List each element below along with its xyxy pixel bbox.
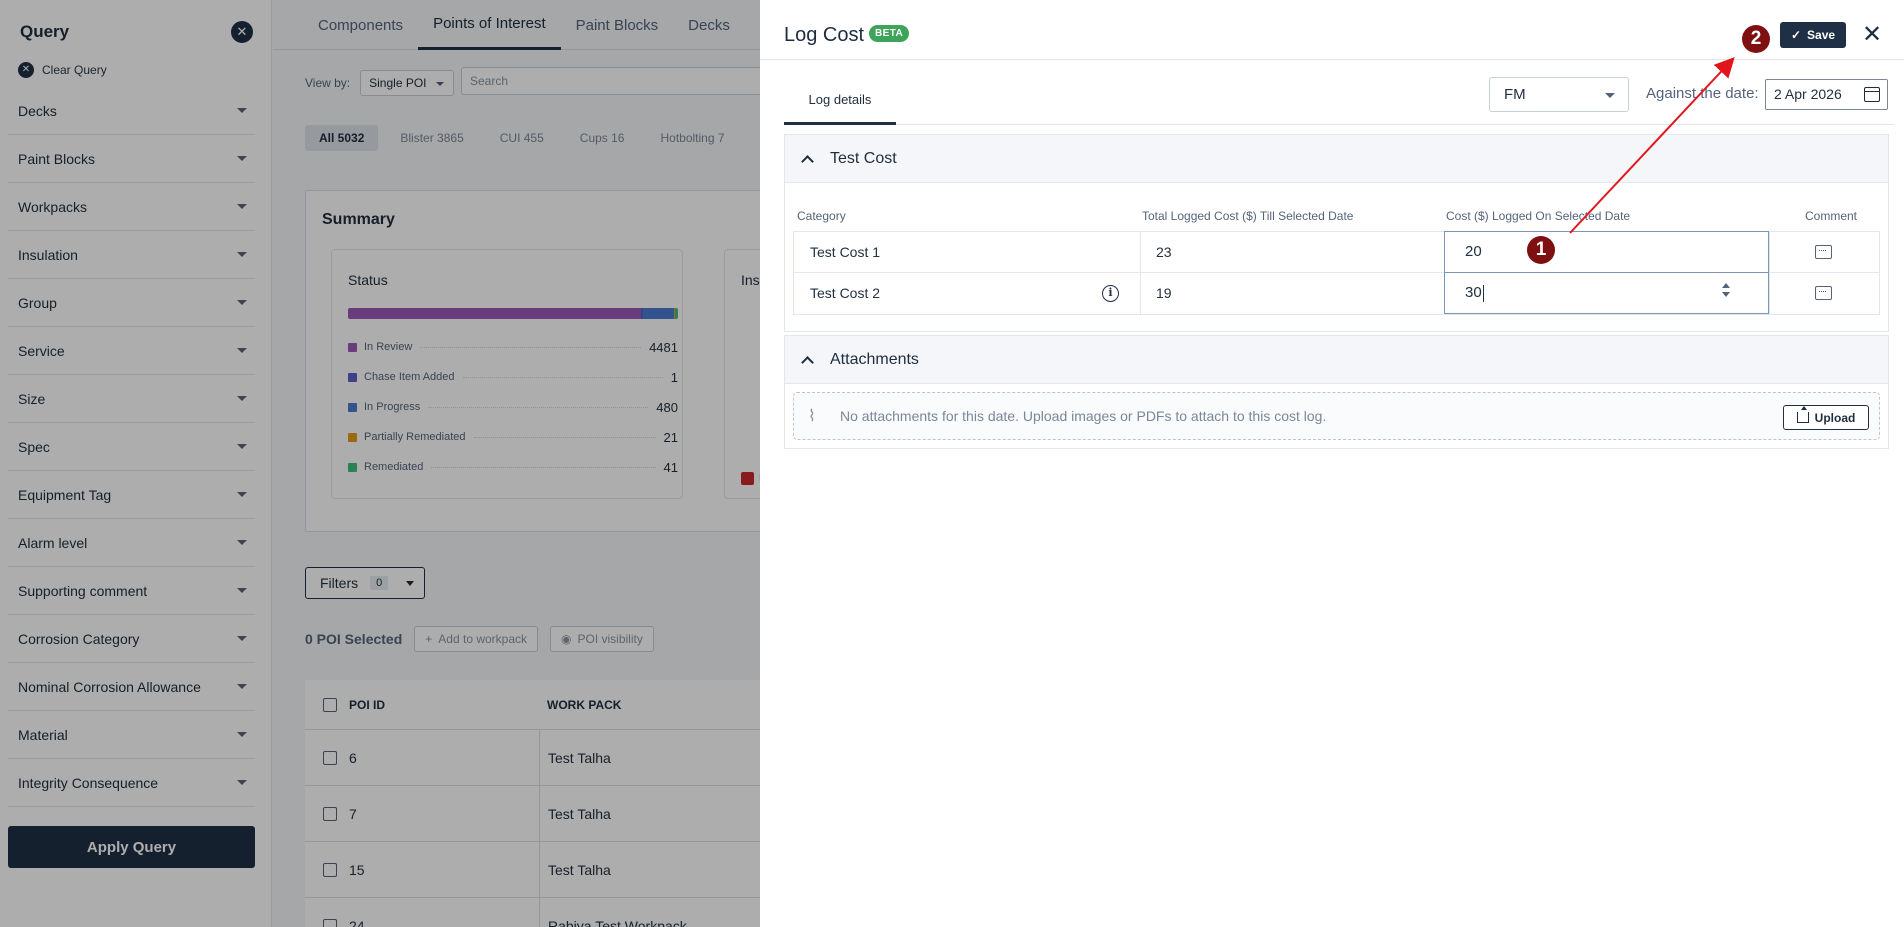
table-row: Test Cost 1 23 20 [794, 231, 1879, 273]
info-icon[interactable]: i [1102, 285, 1119, 302]
chevron-up-icon [801, 155, 814, 168]
paperclip-icon: ⌇ [808, 408, 816, 425]
stepper-up-icon[interactable] [1722, 283, 1730, 288]
table-row: Test Cost 2 i 19 30 [794, 272, 1879, 314]
beta-badge: BETA [869, 25, 910, 42]
panel-header: Log Cost BETA ✓ Save ✕ [760, 0, 1904, 60]
attachments-section-header[interactable]: Attachments [785, 336, 1888, 384]
row-category: Test Cost 2 [810, 285, 881, 301]
row-category: Test Cost 1 [810, 244, 881, 260]
upload-icon [1796, 406, 1809, 423]
cost-input[interactable]: 20 [1444, 231, 1769, 273]
attachments-title: Attachments [830, 350, 919, 368]
upload-label: Upload [1814, 410, 1856, 425]
row-total-cost: 23 [1156, 244, 1172, 260]
total-logged-column-header: Total Logged Cost ($) Till Selected Date [1142, 209, 1354, 223]
comment-icon[interactable] [1815, 245, 1832, 259]
tab-log-details[interactable]: Log details [784, 84, 896, 125]
save-label: Save [1807, 28, 1836, 42]
cost-input-focused[interactable]: 30 [1444, 272, 1769, 314]
test-cost-section-header[interactable]: Test Cost [785, 135, 1888, 183]
text-cursor [1482, 284, 1484, 302]
category-column-header: Category [797, 209, 846, 223]
stepper-down-icon[interactable] [1722, 292, 1730, 297]
modal-backdrop[interactable] [0, 0, 760, 927]
chevron-up-icon [801, 356, 814, 369]
check-icon: ✓ [1790, 28, 1802, 42]
against-date-label: Against the date: [1646, 85, 1759, 102]
date-picker-input[interactable]: 2 Apr 2026 [1765, 79, 1888, 110]
upload-button[interactable]: Upload [1783, 405, 1869, 430]
close-panel-icon[interactable]: ✕ [1860, 22, 1884, 48]
log-cost-panel: Log Cost BETA ✓ Save ✕ Log details FM Ag… [760, 0, 1904, 927]
cost-table-columns: Category Total Logged Cost ($) Till Sele… [785, 183, 1888, 231]
annotation-marker-2: 2 [1742, 25, 1770, 53]
comment-column-header: Comment [1805, 209, 1858, 223]
attachments-section: Attachments ⌇ No attachments for this da… [784, 335, 1889, 449]
comment-icon[interactable] [1815, 286, 1832, 300]
date-value: 2 Apr 2026 [1774, 86, 1842, 102]
test-cost-section: Test Cost Category Total Logged Cost ($)… [784, 134, 1889, 332]
calendar-icon[interactable] [1864, 87, 1880, 102]
fm-select[interactable]: FM [1489, 77, 1629, 112]
attachment-dropzone[interactable]: ⌇ No attachments for this date. Upload i… [793, 392, 1880, 440]
no-attachments-text: No attachments for this date. Upload ima… [840, 408, 1327, 424]
number-stepper[interactable] [1722, 283, 1730, 297]
row-total-cost: 19 [1156, 285, 1172, 301]
cost-table: Test Cost 1 23 20 Test Cost 2 i 19 30 [793, 231, 1880, 315]
test-cost-title: Test Cost [830, 149, 897, 167]
annotation-marker-1: 1 [1527, 236, 1555, 264]
panel-title: Log Cost [784, 24, 865, 46]
save-button[interactable]: ✓ Save [1780, 22, 1846, 48]
cost-logged-column-header: Cost ($) Logged On Selected Date [1446, 209, 1631, 223]
